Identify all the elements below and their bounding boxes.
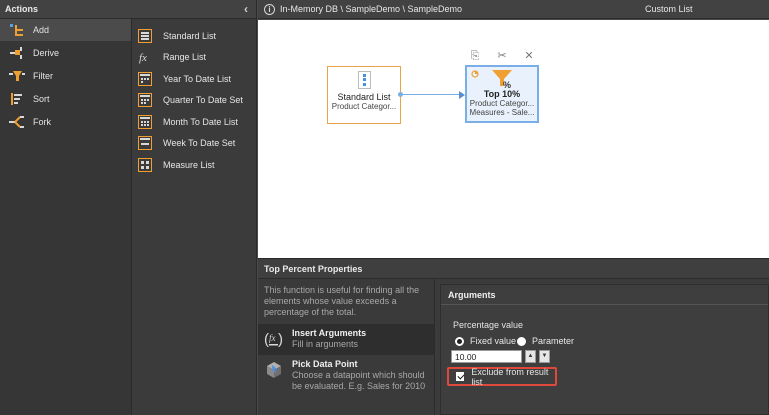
svg-text:): ) — [278, 331, 283, 348]
category-sort[interactable]: Sort — [0, 87, 131, 110]
item-quarter-to-date-set[interactable]: Quarter To Date Set — [133, 90, 256, 112]
measure-list-icon — [138, 157, 152, 172]
node-title: Standard List — [337, 92, 391, 102]
category-derive[interactable]: Derive — [0, 41, 131, 64]
item-standard-list[interactable]: Standard List — [133, 25, 256, 47]
svg-text:fx: fx — [269, 333, 276, 343]
collapse-panel-icon[interactable]: ‹ — [244, 2, 248, 16]
category-label: Sort — [33, 93, 50, 104]
arguments-panel: Arguments Percentage value Fixed value P… — [440, 284, 769, 415]
standard-list-icon — [138, 28, 152, 43]
panel-title: Pick Data Point — [292, 359, 358, 369]
actions-title: Actions — [5, 4, 39, 14]
node-subtitle: Product Categor... — [469, 99, 535, 108]
calendar-icon — [138, 136, 152, 151]
panel-subtitle: Choose a datapoint which should be evalu… — [292, 370, 426, 391]
properties-sidebar: This function is useful for finding all … — [258, 279, 435, 415]
calendar-icon — [138, 114, 152, 129]
calendar-icon — [138, 93, 152, 108]
standard-list-icon — [357, 71, 371, 89]
connector-arrow — [398, 90, 465, 99]
category-fork[interactable]: Fork — [0, 110, 131, 133]
insert-arguments-icon: (fx) — [264, 329, 284, 349]
node-subtitle-2: Measures - Sale... — [469, 108, 535, 117]
radio-dot[interactable] — [517, 336, 526, 346]
exclude-label: Exclude from result list — [471, 366, 549, 387]
radio-parameter[interactable]: Parameter — [517, 336, 574, 346]
item-range-list[interactable]: fx Range List — [133, 47, 256, 69]
range-list-icon: fx — [138, 50, 152, 64]
item-label: Standard List — [163, 30, 217, 41]
panel-title: Insert Arguments — [292, 328, 367, 338]
spin-up-button[interactable]: ▲ — [525, 350, 536, 363]
node-title: Top 10% — [483, 89, 521, 99]
percentage-value-input[interactable] — [451, 350, 522, 363]
properties-title: Top Percent Properties — [258, 259, 769, 279]
cut-icon[interactable]: ✂ — [496, 50, 508, 62]
filter-icon — [9, 69, 25, 83]
radio-dot-selected[interactable] — [455, 336, 464, 346]
spin-down-button[interactable]: ▼ — [539, 350, 550, 363]
node-standard-list[interactable]: Standard List Product Categor... — [327, 66, 401, 124]
panel-subtitle: Fill in arguments — [292, 339, 359, 349]
category-label: Derive — [33, 47, 60, 58]
derive-icon — [9, 46, 25, 60]
percentage-label: Percentage value — [453, 320, 524, 330]
flow-canvas[interactable]: Standard List Product Categor... ⎘ ✂ ✕ %… — [258, 20, 769, 258]
fork-icon — [9, 115, 25, 129]
panel-insert-arguments[interactable]: (fx) Insert Arguments Fill in arguments — [258, 324, 434, 355]
node-subtitle: Product Categor... — [331, 102, 397, 111]
category-label: Fork — [33, 116, 51, 127]
svg-text:fx: fx — [139, 52, 147, 64]
add-icon — [9, 23, 25, 37]
node-top-percent[interactable]: % Top 10% Product Categor... Measures - … — [465, 65, 539, 123]
list-type-title: Custom List — [645, 4, 693, 14]
item-label: Measure List — [163, 159, 215, 170]
item-label: Quarter To Date Set — [163, 95, 243, 106]
item-label: Range List — [163, 52, 207, 63]
radio-label: Fixed value — [470, 336, 517, 346]
category-filter[interactable]: Filter — [0, 64, 131, 87]
properties-panel: Top Percent Properties This function is … — [258, 258, 769, 415]
action-categories: Add Derive Filter Sort Fork — [0, 19, 132, 415]
function-description: This function is useful for finding all … — [264, 285, 420, 317]
top-bar: i In-Memory DB \ SampleDemo \ SampleDemo… — [258, 0, 769, 19]
actions-panel: Actions ‹ Add Derive Filter Sort Fork St… — [0, 0, 257, 415]
info-icon[interactable]: i — [264, 3, 275, 15]
item-label: Year To Date List — [163, 73, 232, 84]
arguments-title: Arguments — [441, 285, 768, 305]
sort-icon — [9, 92, 25, 106]
exclude-from-result-option: Exclude from result list — [447, 366, 557, 387]
action-items: Standard List fx Range List Year To Date… — [133, 19, 256, 415]
category-add[interactable]: Add — [0, 19, 131, 41]
calendar-icon — [138, 71, 152, 86]
radio-label: Parameter — [532, 336, 575, 346]
copy-icon[interactable]: ⎘ — [469, 50, 481, 62]
category-label: Add — [33, 25, 50, 35]
actions-header: Actions ‹ — [0, 0, 256, 19]
delete-icon[interactable]: ✕ — [523, 50, 535, 62]
panel-pick-data-point[interactable]: Pick Data Point Choose a datapoint which… — [258, 355, 434, 392]
item-year-to-date-list[interactable]: Year To Date List — [133, 68, 256, 90]
top-percent-funnel-icon: % — [490, 69, 514, 90]
item-month-to-date-list[interactable]: Month To Date List — [133, 111, 256, 133]
item-measure-list[interactable]: Measure List — [133, 154, 256, 176]
category-label: Filter — [33, 70, 53, 81]
breadcrumb: In-Memory DB \ SampleDemo \ SampleDemo — [280, 4, 463, 14]
item-label: Week To Date Set — [163, 138, 236, 149]
pick-data-point-icon — [264, 360, 284, 380]
item-label: Month To Date List — [163, 116, 238, 127]
radio-fixed-value[interactable]: Fixed value — [455, 336, 516, 346]
item-week-to-date-set[interactable]: Week To Date Set — [133, 133, 256, 155]
status-icon — [471, 70, 479, 80]
svg-text:%: % — [503, 80, 511, 89]
exclude-checkbox[interactable] — [456, 372, 465, 381]
